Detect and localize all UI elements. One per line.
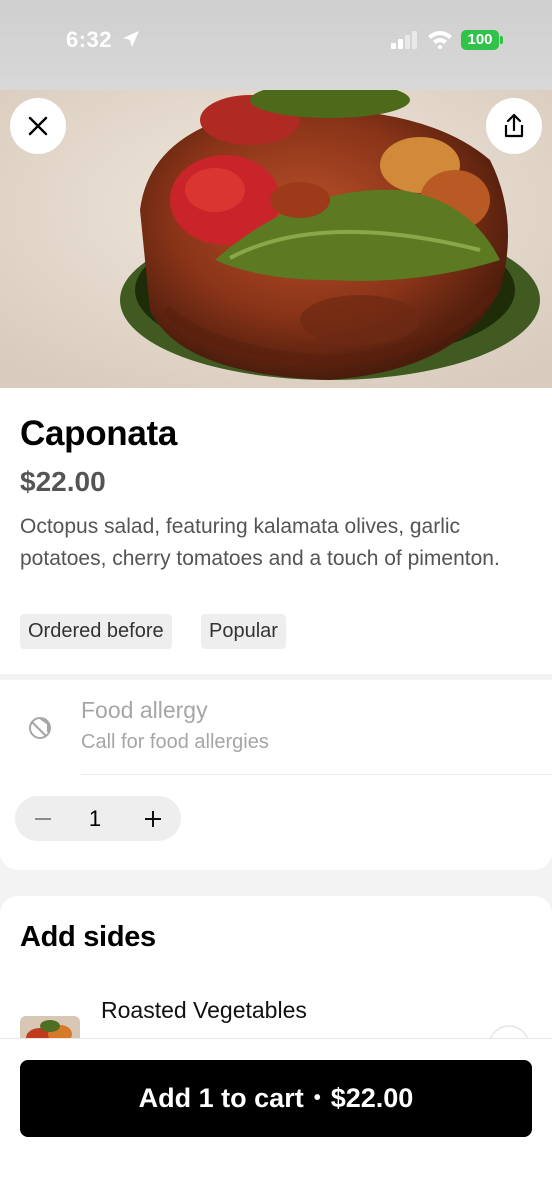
item-description: Octopus salad, featuring kalamata olives… xyxy=(20,515,500,570)
battery-indicator: 100 xyxy=(461,30,499,50)
battery-tip xyxy=(500,36,503,44)
dish-photo xyxy=(0,90,552,388)
food-allergy-subtitle: Call for food allergies xyxy=(81,731,269,753)
side-item-name[interactable]: Roasted Vegetables xyxy=(101,997,307,1024)
add-to-cart-button[interactable]: Add 1 to cart • $22.00 xyxy=(20,1060,532,1137)
minus-icon[interactable] xyxy=(32,808,54,830)
food-allergy-title[interactable]: Food allergy xyxy=(81,697,208,724)
allergy-icon xyxy=(29,717,51,739)
divider xyxy=(81,774,552,775)
add-to-cart-label: Add 1 to cart xyxy=(138,1083,304,1113)
quantity-stepper: 1 xyxy=(15,796,181,841)
sides-title: Add sides xyxy=(20,921,156,953)
item-price: $22.00 xyxy=(20,466,106,497)
share-icon xyxy=(504,113,524,138)
tag-popular: Popular xyxy=(201,614,286,649)
status-time: 6:32 xyxy=(66,27,113,52)
plus-icon[interactable] xyxy=(142,808,164,830)
section-divider xyxy=(0,674,552,680)
add-to-cart-price: $22.00 xyxy=(330,1083,414,1113)
quantity-value: 1 xyxy=(88,806,102,831)
tag-ordered-before: Ordered before xyxy=(20,614,172,649)
wifi-icon xyxy=(428,31,452,49)
signal-icon xyxy=(391,31,417,49)
status-bar: 6:32 100 xyxy=(0,0,552,90)
item-title: Caponata xyxy=(20,414,178,453)
close-icon xyxy=(28,116,48,136)
share-button[interactable] xyxy=(486,98,542,154)
close-button[interactable] xyxy=(10,98,66,154)
location-arrow-icon xyxy=(123,31,139,47)
price-separator: • xyxy=(313,1087,321,1109)
